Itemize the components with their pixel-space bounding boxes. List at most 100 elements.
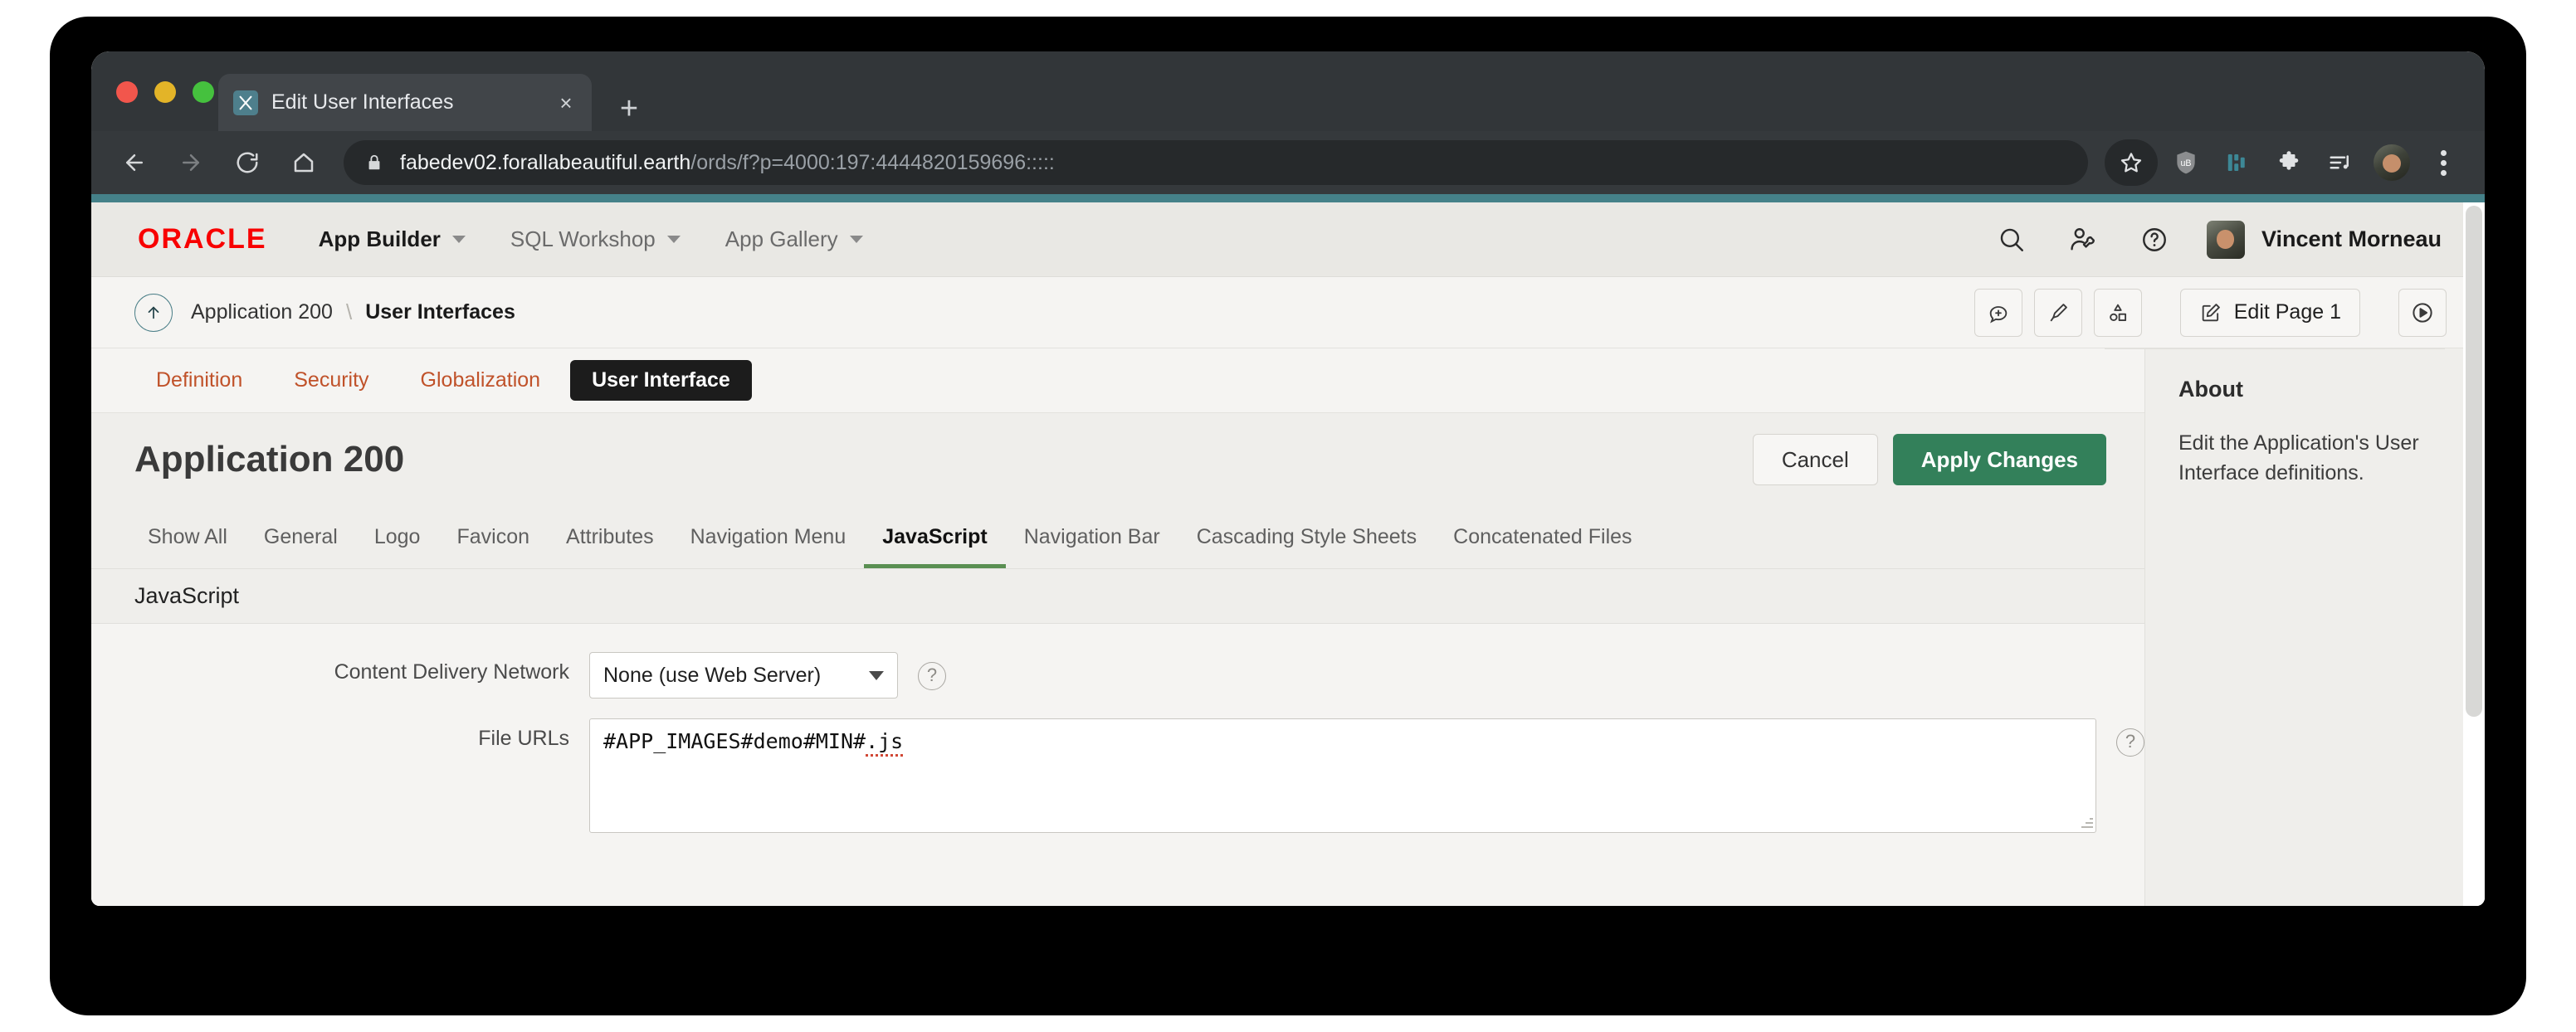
media-playlist-icon[interactable] xyxy=(2317,139,2364,186)
chevron-down-icon xyxy=(869,670,884,680)
breadcrumb-parent[interactable]: Application 200 xyxy=(191,300,333,324)
breadcrumb-separator: \ xyxy=(345,299,353,324)
tab-definition[interactable]: Definition xyxy=(134,360,264,401)
main-column: Definition Security Globalization User I… xyxy=(91,348,2144,906)
breadcrumb-current: User Interfaces xyxy=(365,300,515,324)
utilities-button[interactable] xyxy=(2093,288,2142,337)
apex-main-menu: App Builder SQL Workshop App Gallery xyxy=(319,226,908,252)
add-comment-button[interactable] xyxy=(1973,288,2022,337)
minimize-window-button[interactable] xyxy=(154,81,176,103)
edit-page-button[interactable]: Edit Page 1 xyxy=(2179,288,2360,337)
url-path: /ords/f?p=4000:197:4444820159696::::: xyxy=(690,150,1055,174)
extension-teal-icon[interactable] xyxy=(2214,139,2261,186)
reload-icon[interactable] xyxy=(226,141,269,184)
javascript-region-title: JavaScript xyxy=(91,569,2144,624)
menu-app-builder-label: App Builder xyxy=(318,226,441,251)
about-title: About xyxy=(2178,377,2243,402)
lock-icon xyxy=(365,153,383,172)
cdn-select[interactable]: None (use Web Server) xyxy=(589,652,898,699)
apex-favicon-icon xyxy=(233,90,258,115)
profile-avatar-icon[interactable] xyxy=(2369,139,2415,186)
subtab-general[interactable]: General xyxy=(246,525,356,568)
subtab-show-all[interactable]: Show All xyxy=(129,525,246,568)
chrome-menu-icon[interactable] xyxy=(2420,139,2466,186)
page-title: Application 200 xyxy=(134,439,405,479)
menu-sql-workshop[interactable]: SQL Workshop xyxy=(510,226,681,252)
breadcrumb-bar: Application 200 \ User Interfaces Edit P… xyxy=(91,277,2485,348)
kebab-dots xyxy=(2440,149,2447,176)
cdn-help-icon[interactable]: ? xyxy=(918,662,946,690)
page-viewport: ORACLE App Builder SQL Workshop App Gall… xyxy=(91,194,2485,906)
window-controls[interactable] xyxy=(116,81,214,103)
administration-user-wrench-icon[interactable] xyxy=(2064,221,2102,259)
tab-globalization[interactable]: Globalization xyxy=(399,360,563,401)
file-urls-value-misspelled: .js xyxy=(866,729,904,757)
avatar xyxy=(2374,144,2410,181)
bookmark-star-icon[interactable] xyxy=(2105,139,2158,186)
menu-app-builder[interactable]: App Builder xyxy=(319,226,466,252)
subtab-navigation-bar[interactable]: Navigation Bar xyxy=(1006,525,1178,568)
menu-sql-workshop-label: SQL Workshop xyxy=(510,226,656,251)
cdn-label: Content Delivery Network xyxy=(334,660,569,684)
apex-header-actions: Vincent Morneau xyxy=(1993,220,2485,259)
edit-page-label: Edit Page 1 xyxy=(2233,300,2341,324)
subtab-javascript[interactable]: JavaScript xyxy=(864,525,1006,568)
user-name: Vincent Morneau xyxy=(2261,226,2442,251)
scrollbar-thumb[interactable] xyxy=(2466,206,2482,717)
file-urls-textarea[interactable]: #APP_IMAGES#demo#MIN#.js xyxy=(589,718,2096,833)
svg-text:uB: uB xyxy=(2180,158,2191,168)
subtab-navigation-menu[interactable]: Navigation Menu xyxy=(672,525,865,568)
puzzle-extensions-icon[interactable] xyxy=(2266,139,2312,186)
browser-tab-strip: Edit User Interfaces × + xyxy=(91,51,2485,131)
chevron-down-icon xyxy=(451,236,466,243)
tab-user-interface[interactable]: User Interface xyxy=(570,360,752,401)
menu-app-gallery-label: App Gallery xyxy=(724,226,838,251)
cdn-field-row: Content Delivery Network None (use Web S… xyxy=(91,642,2144,708)
cancel-button[interactable]: Cancel xyxy=(1752,434,1878,485)
up-arrow-circle-icon[interactable] xyxy=(134,293,173,332)
subtab-favicon[interactable]: Favicon xyxy=(438,525,548,568)
oracle-logo[interactable]: ORACLE xyxy=(138,223,267,256)
about-panel-divider xyxy=(2105,348,2445,349)
browser-tab-title: Edit User Interfaces xyxy=(271,90,454,114)
theme-roller-button[interactable] xyxy=(2033,288,2082,337)
about-panel: About Edit the Application's User Interf… xyxy=(2144,348,2485,906)
theme-accent-strip xyxy=(91,194,2485,202)
avatar xyxy=(2206,220,2245,259)
subtab-logo[interactable]: Logo xyxy=(356,525,439,568)
page-scrollbar[interactable] xyxy=(2463,202,2485,906)
search-icon[interactable] xyxy=(1993,221,2031,259)
cdn-selected-value: None (use Web Server) xyxy=(603,663,822,687)
address-bar[interactable]: fabedev02.forallabeautiful.earth/ords/f?… xyxy=(344,140,2088,185)
user-menu[interactable]: Vincent Morneau xyxy=(2206,220,2442,259)
help-circle-icon[interactable] xyxy=(2135,221,2174,259)
file-urls-label: File URLs xyxy=(478,727,569,750)
page-actions: Cancel Apply Changes xyxy=(1752,434,2106,485)
address-bar-url: fabedev02.forallabeautiful.earth/ords/f?… xyxy=(400,151,1055,175)
apply-changes-button[interactable]: Apply Changes xyxy=(1892,434,2106,485)
page-title-row: Application 200 Cancel Apply Changes xyxy=(91,413,2144,506)
back-arrow-icon[interactable] xyxy=(113,141,156,184)
textarea-resize-handle[interactable] xyxy=(2080,816,2093,830)
breadcrumb-actions: Edit Page 1 xyxy=(1973,288,2447,337)
menu-app-gallery[interactable]: App Gallery xyxy=(725,226,863,252)
browser-toolbar: fabedev02.forallabeautiful.earth/ords/f?… xyxy=(91,131,2485,194)
tab-security[interactable]: Security xyxy=(272,360,390,401)
ublock-shield-icon[interactable]: uB xyxy=(2163,139,2209,186)
close-tab-icon[interactable]: × xyxy=(552,89,580,117)
content-area: Definition Security Globalization User I… xyxy=(91,348,2485,906)
file-urls-help-icon[interactable]: ? xyxy=(2116,728,2144,757)
new-tab-button[interactable]: + xyxy=(610,91,648,129)
browser-tab[interactable]: Edit User Interfaces × xyxy=(218,74,592,131)
maximize-window-button[interactable] xyxy=(193,81,214,103)
about-text: Edit the Application's User Interface de… xyxy=(2178,431,2419,484)
subtab-concatenated-files[interactable]: Concatenated Files xyxy=(1435,525,1650,568)
subtab-cascading-style-sheets[interactable]: Cascading Style Sheets xyxy=(1178,525,1435,568)
apex-global-header: ORACLE App Builder SQL Workshop App Gall… xyxy=(91,202,2485,277)
close-window-button[interactable] xyxy=(116,81,138,103)
browser-window: Edit User Interfaces × + fabedev02.foral… xyxy=(91,51,2485,906)
run-application-button[interactable] xyxy=(2398,288,2447,337)
home-icon[interactable] xyxy=(282,141,325,184)
forward-arrow-icon[interactable] xyxy=(169,141,212,184)
subtab-attributes[interactable]: Attributes xyxy=(548,525,672,568)
